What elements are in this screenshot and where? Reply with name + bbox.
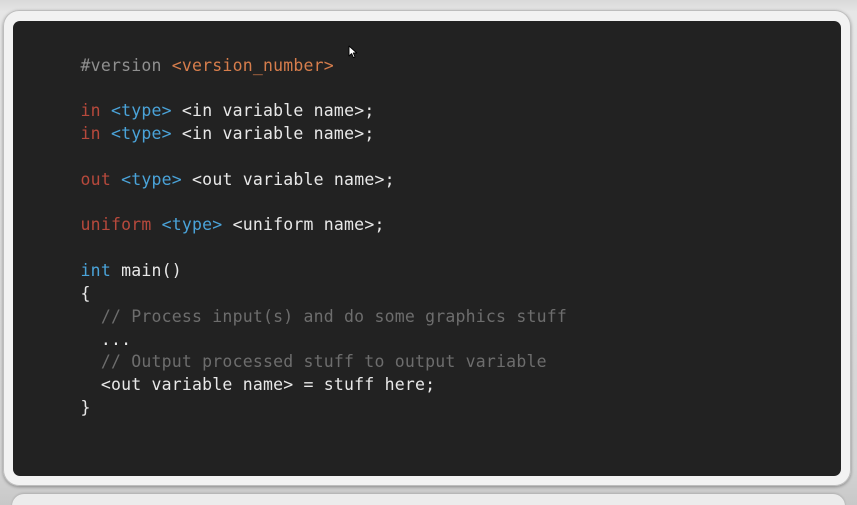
comment-process-input: // Process input(s) and do some graphics…	[100, 307, 567, 326]
code-line-comment-2: // Output processed stuff to output vari…	[40, 329, 547, 371]
code-line-open-brace: {	[40, 261, 91, 303]
version-directive: #version	[80, 56, 162, 75]
code-line-version: #version <version_number>	[40, 33, 334, 75]
code-line-comment-1: // Process input(s) and do some graphics…	[40, 284, 567, 326]
uniform-name: <uniform name>;	[232, 215, 385, 234]
code-line-main: int main()	[40, 238, 182, 280]
code-line-in-1: in <type> <in variable name>;	[40, 78, 375, 120]
uniform-type: <type>	[161, 215, 223, 234]
out-keyword: out	[80, 170, 111, 189]
in-type-2: <type>	[110, 124, 172, 143]
main-signature: main()	[121, 261, 182, 280]
code-line-close-brace: }	[40, 375, 91, 417]
out-name: <out variable name>;	[192, 170, 395, 189]
code-panel: #version <version_number> in <type> <in …	[13, 21, 841, 476]
mouse-pointer-icon	[348, 45, 358, 59]
in-keyword-2: in	[80, 124, 101, 143]
version-placeholder: <version_number>	[171, 56, 334, 75]
in-name-2: <in variable name>;	[181, 124, 375, 143]
output-assignment: <out variable name> = stuff here;	[100, 375, 436, 394]
uniform-keyword: uniform	[80, 215, 152, 234]
code-line-out: out <type> <out variable name>;	[40, 147, 395, 189]
code-line-assignment: <out variable name> = stuff here;	[40, 352, 435, 394]
code-line-ellipsis: ...	[40, 307, 131, 349]
out-type: <type>	[121, 170, 182, 189]
next-slide-edge	[12, 494, 845, 505]
code-line-in-2: in <type> <in variable name>;	[40, 101, 375, 143]
close-brace: }	[80, 398, 91, 417]
code-line-uniform: uniform <type> <uniform name>;	[40, 192, 385, 234]
